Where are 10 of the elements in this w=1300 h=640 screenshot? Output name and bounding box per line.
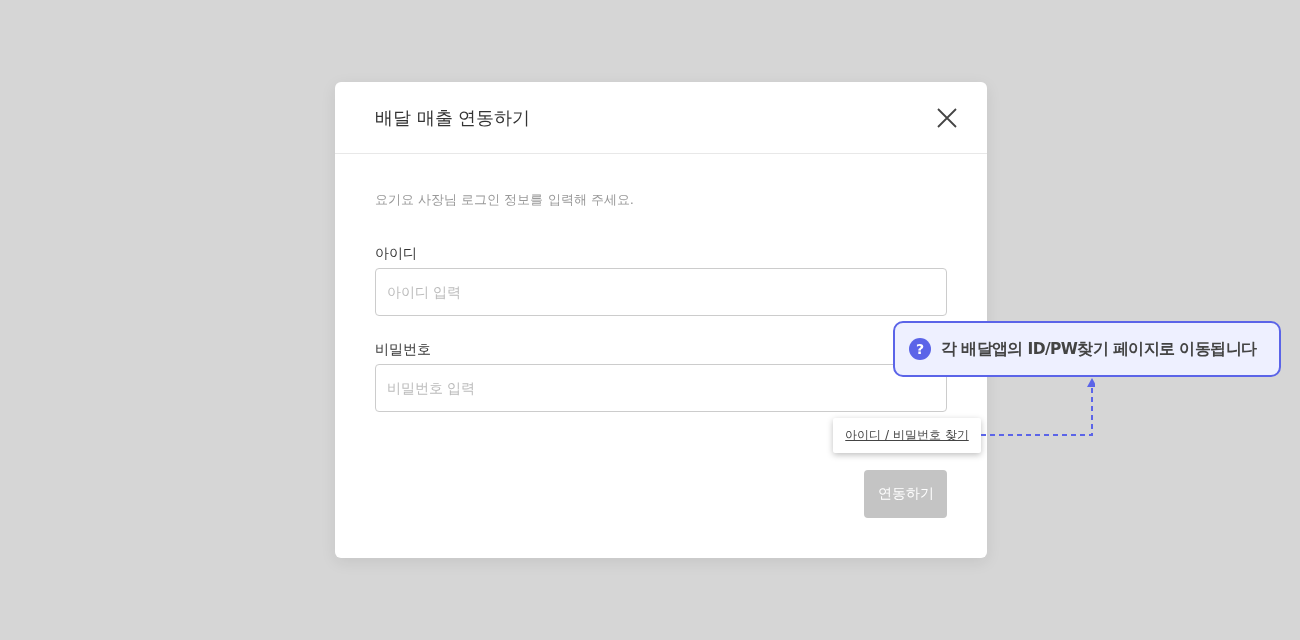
field-label: 비밀번호 xyxy=(375,340,431,358)
callout-text: 각 배달앱의 ID/PW찾기 페이지로 이동됩니다 xyxy=(941,338,1257,360)
dialog-title: 배달 매출 연동하기 xyxy=(375,105,531,130)
close-icon xyxy=(937,107,957,128)
input-field[interactable]: 비밀번호 입력 xyxy=(375,364,947,412)
field-label: 아이디 xyxy=(375,244,417,262)
find-account-link[interactable]: 아이디 / 비밀번호 찾기 xyxy=(845,427,969,444)
help-icon: ? xyxy=(909,338,931,360)
description-text: 요기요 사장님 로그인 정보를 입력해 주세요. xyxy=(375,192,635,208)
input-field[interactable]: 아이디 입력 xyxy=(375,268,947,316)
